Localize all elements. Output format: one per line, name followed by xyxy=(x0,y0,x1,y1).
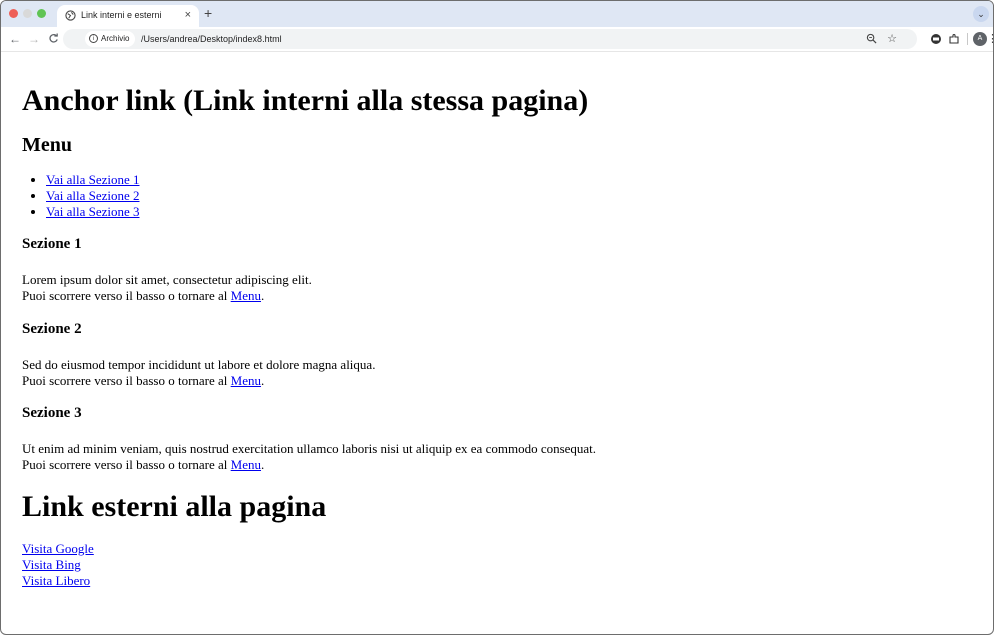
section-1-text: Lorem ipsum dolor sit amet, consectetur … xyxy=(22,272,312,287)
zoom-icon[interactable] xyxy=(866,31,877,49)
back-prefix: Puoi scorrere verso il basso o tornare a… xyxy=(22,457,231,472)
more-menu-icon[interactable]: ⋮ xyxy=(987,32,993,46)
menu-list-item: Vai alla Sezione 2 xyxy=(46,188,140,204)
section-3-text: Ut enim ad minim veniam, quis nostrud ex… xyxy=(22,441,597,456)
section-2-text: Sed do eiusmod tempor incididunt ut labo… xyxy=(22,357,376,372)
site-info-label: Archivio xyxy=(101,34,130,43)
toolbar: ← → i Archivio /Users/andrea/Desktop/ind… xyxy=(1,27,993,52)
toolbar-divider xyxy=(967,33,968,45)
link-libero[interactable]: Visita Libero xyxy=(22,573,94,589)
address-bar[interactable]: i Archivio /Users/andrea/Desktop/index8.… xyxy=(63,29,917,49)
back-prefix: Puoi scorrere verso il basso o tornare a… xyxy=(22,288,231,303)
maximize-window-button[interactable] xyxy=(37,9,46,18)
minimize-window-button[interactable] xyxy=(23,9,32,18)
url-text[interactable]: /Users/andrea/Desktop/index8.html xyxy=(141,29,282,49)
back-suffix: . xyxy=(261,457,265,472)
profile-avatar[interactable]: A xyxy=(973,32,987,46)
section-2-back-line: Puoi scorrere verso il basso o tornare a… xyxy=(22,373,264,389)
reload-button[interactable] xyxy=(45,31,61,47)
browser-window: Link interni e esterni × + ⌄ ← → i Archi… xyxy=(0,0,994,635)
link-sezione-2[interactable]: Vai alla Sezione 2 xyxy=(46,188,140,203)
page-title: Anchor link (Link interni alla stessa pa… xyxy=(22,84,589,117)
puzzle-extensions-icon[interactable] xyxy=(947,32,961,46)
back-prefix: Puoi scorrere verso il basso o tornare a… xyxy=(22,373,231,388)
reload-icon xyxy=(48,33,58,43)
new-tab-button[interactable]: + xyxy=(204,5,212,21)
menu-list-item: Vai alla Sezione 1 xyxy=(46,172,140,188)
section-2-heading: Sezione 2 xyxy=(22,321,82,337)
section-3-back-line: Puoi scorrere verso il basso o tornare a… xyxy=(22,457,264,473)
menu-list-item: Vai alla Sezione 3 xyxy=(46,204,140,220)
back-suffix: . xyxy=(261,288,265,303)
back-to-menu-link[interactable]: Menu xyxy=(231,457,261,472)
globe-icon xyxy=(65,10,76,21)
tab-close-icon[interactable]: × xyxy=(185,8,191,22)
bookmark-star-icon[interactable]: ☆ xyxy=(887,31,897,47)
menu-heading: Menu xyxy=(22,134,72,156)
link-sezione-3[interactable]: Vai alla Sezione 3 xyxy=(46,204,140,219)
back-suffix: . xyxy=(261,373,265,388)
link-sezione-1[interactable]: Vai alla Sezione 1 xyxy=(46,172,140,187)
external-links-list: Visita Google Visita Bing Visita Libero xyxy=(22,541,94,589)
close-window-button[interactable] xyxy=(9,9,18,18)
site-info-chip[interactable]: i Archivio xyxy=(85,31,136,47)
tab-search-chevron-icon[interactable]: ⌄ xyxy=(973,6,989,22)
section-1-back-line: Puoi scorrere verso il basso o tornare a… xyxy=(22,288,264,304)
info-icon: i xyxy=(89,34,98,43)
back-to-menu-link[interactable]: Menu xyxy=(231,288,261,303)
back-button[interactable]: ← xyxy=(7,31,23,47)
section-3-heading: Sezione 3 xyxy=(22,405,82,421)
menu-list: Vai alla Sezione 1 Vai alla Sezione 2 Va… xyxy=(22,172,140,220)
extension-icon[interactable] xyxy=(929,32,943,46)
tab-active[interactable]: Link interni e esterni × xyxy=(57,5,199,27)
section-1-heading: Sezione 1 xyxy=(22,236,82,252)
back-to-menu-link[interactable]: Menu xyxy=(231,373,261,388)
tab-strip: Link interni e esterni × + ⌄ xyxy=(1,1,993,27)
tab-title: Link interni e esterni xyxy=(81,10,162,20)
forward-button[interactable]: → xyxy=(26,31,42,47)
external-links-heading: Link esterni alla pagina xyxy=(22,490,327,523)
link-google[interactable]: Visita Google xyxy=(22,541,94,557)
link-bing[interactable]: Visita Bing xyxy=(22,557,94,573)
